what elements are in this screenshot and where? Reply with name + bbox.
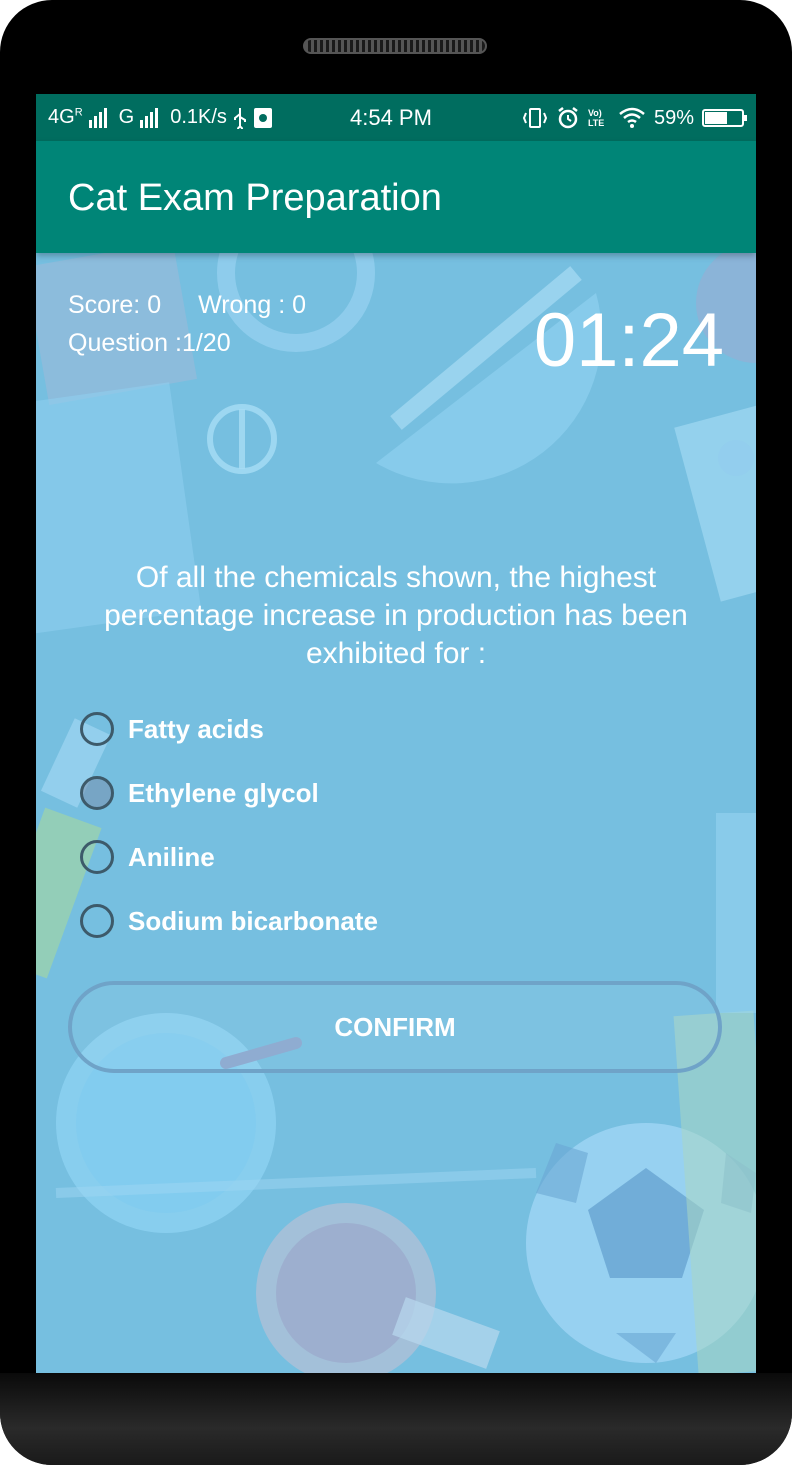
radio-button[interactable] — [80, 904, 114, 938]
battery-percent: 59% — [653, 106, 694, 129]
wifi-icon — [619, 107, 645, 128]
option-sodium-bicarbonate[interactable]: Sodium bicarbonate — [80, 889, 378, 953]
battery-icon — [702, 109, 747, 127]
confirm-button[interactable]: CONFIRM — [68, 981, 722, 1073]
question-counter: Question :1/20 — [68, 329, 231, 357]
vibrate-icon — [522, 108, 548, 128]
radio-button[interactable] — [80, 776, 114, 810]
network-speed: 0.1K/s — [170, 106, 227, 128]
network-1-label: 4GR — [48, 106, 83, 128]
option-label: Fatty acids — [128, 713, 264, 744]
options-group: Fatty acids Ethylene glycol Aniline Sodi… — [80, 697, 378, 953]
roaming-indicator: R — [74, 106, 83, 119]
option-ethylene-glycol[interactable]: Ethylene glycol — [80, 761, 378, 825]
option-label: Sodium bicarbonate — [128, 905, 378, 936]
option-fatty-acids[interactable]: Fatty acids — [80, 697, 378, 761]
question-text: Of all the chemicals shown, the highest … — [104, 561, 688, 670]
countdown-timer: 01:24 — [533, 298, 724, 383]
app-title: Cat Exam Preparation — [68, 177, 442, 219]
option-aniline[interactable]: Aniline — [80, 825, 378, 889]
score-text: Score: 0 — [68, 291, 162, 319]
phone-bottom-bezel — [0, 1373, 792, 1465]
status-right: Vo) LTE 59% — [522, 106, 747, 130]
volte-label: Vo) LTE — [587, 108, 605, 128]
usb-icon — [233, 107, 246, 129]
signal-icon — [88, 107, 107, 128]
alarm-icon — [558, 107, 578, 129]
radio-button[interactable] — [80, 712, 114, 746]
battery-fill — [705, 112, 728, 124]
radio-button[interactable] — [80, 840, 114, 874]
screen: 4GR G 0.1K/s 4:54 PM Vo) LTE 59% Cat Exa… — [36, 94, 756, 1373]
status-bar: 4GR G 0.1K/s 4:54 PM Vo) LTE 59% — [36, 94, 756, 141]
wrong-text: Wrong : 0 — [198, 291, 306, 319]
signal-2-icon — [140, 107, 159, 128]
app-bar: Cat Exam Preparation — [36, 141, 756, 253]
network-2-label: G — [118, 106, 135, 128]
score-line: Score: 0 Wrong : 0 — [68, 291, 336, 320]
status-left: 4GR G 0.1K/s — [48, 106, 273, 129]
quiz-content: Score: 0 Wrong : 0 Question :1/20 01:24 … — [36, 253, 756, 1373]
option-label: Ethylene glycol — [128, 777, 319, 808]
debug-icon — [253, 107, 272, 128]
status-time: 4:54 PM — [350, 105, 432, 130]
option-label: Aniline — [128, 841, 215, 872]
phone-frame: 4GR G 0.1K/s 4:54 PM Vo) LTE 59% Cat Exa… — [0, 0, 792, 1465]
speaker-grille — [303, 38, 487, 54]
